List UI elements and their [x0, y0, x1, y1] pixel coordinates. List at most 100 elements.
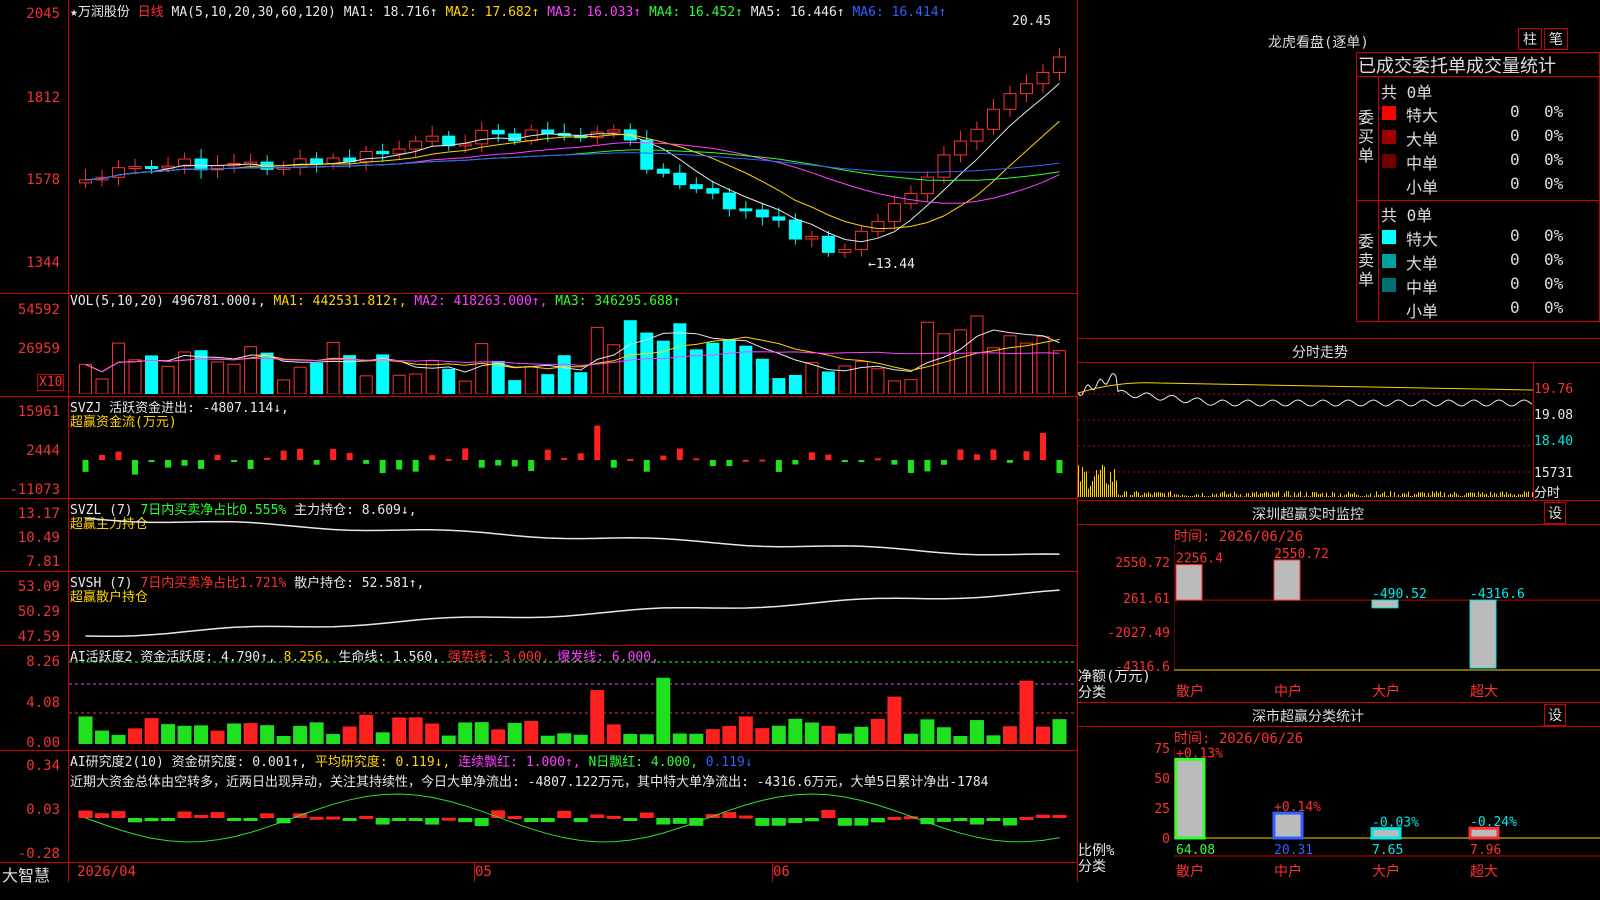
activity-bar: [293, 725, 308, 744]
intraday-volume-bar: [1468, 492, 1469, 497]
period-label[interactable]: 日线: [138, 5, 164, 20]
intraday-panel[interactable]: 分时走势 19.76 19.08 18.40 15731 分时: [1078, 338, 1600, 501]
research-bar: [342, 818, 357, 821]
fund-flow-bar: [132, 460, 139, 475]
fund-flow-bar: [561, 458, 568, 461]
classify-bar: [1272, 811, 1304, 840]
fund-flow-bar: [165, 460, 172, 468]
intraday-volume-bar: [1484, 494, 1485, 497]
intraday-volume-bar: [1524, 491, 1525, 497]
ma-header: ★万润股份 日线 MA(5,10,20,30,60,120) MA1: 18.7…: [70, 1, 946, 20]
intraday-volume-bar: [1340, 493, 1341, 497]
fund-flow-bar: [1039, 433, 1046, 460]
intraday-avg-line: [1078, 382, 1534, 394]
intraday-volume-bar: [1358, 495, 1359, 497]
tick-mode-button[interactable]: 笔: [1544, 28, 1568, 50]
ai-research-chart[interactable]: [69, 790, 1076, 860]
activity-bar: [854, 726, 869, 744]
svzj-chart[interactable]: [69, 400, 1076, 496]
legend-swatch: [1382, 106, 1396, 120]
research-bar: [969, 818, 984, 825]
classify-settings-button[interactable]: 设: [1544, 704, 1566, 726]
vol-unit-button[interactable]: X10: [37, 374, 65, 391]
candle-body: [838, 249, 852, 253]
research-bar: [474, 818, 489, 826]
volume-bar: [739, 345, 753, 394]
volume-bar: [673, 323, 687, 394]
monitor-settings-button[interactable]: 设: [1544, 502, 1566, 524]
intraday-volume-bar: [1240, 494, 1241, 497]
activity-bar: [788, 718, 803, 744]
intraday-volume-bar: [1176, 494, 1177, 497]
legend-swatch: [1382, 130, 1396, 144]
classify-value: 7.65: [1372, 843, 1403, 858]
intraday-volume-bar: [1126, 491, 1127, 497]
ai2-axis-label: -0.28: [17, 846, 60, 862]
intraday-volume-bar: [1286, 491, 1287, 497]
ai2-axis-label: 0.34: [26, 758, 60, 774]
intraday-volume-bar: [1374, 495, 1375, 497]
intraday-volume-bar: [1116, 480, 1117, 497]
intraday-volume-bar: [1162, 492, 1163, 497]
research-bar: [276, 818, 291, 824]
candle-body: [1036, 72, 1050, 85]
intraday-volume-bar: [1108, 484, 1109, 497]
main-chart-area[interactable]: 2045 1812 1578 1344 ★万润股份 日线 MA(5,10,20,…: [0, 0, 1078, 885]
ma1-line: [85, 82, 1060, 243]
fund-flow-bar: [643, 460, 650, 472]
intraday-volume-bar: [1080, 481, 1081, 497]
svsh-chart[interactable]: [69, 574, 1076, 644]
volume-bar: [112, 342, 126, 394]
volume-bar: [293, 366, 307, 394]
intraday-volume-bar: [1104, 466, 1105, 497]
star-icon[interactable]: ★: [70, 5, 78, 20]
intraday-volume-bar: [1114, 469, 1115, 497]
candlestick-chart[interactable]: [69, 20, 1076, 292]
intraday-volume-bar: [1462, 496, 1463, 497]
fund-flow-bar: [825, 454, 832, 460]
monitor-axis-label: 2550.72: [1115, 556, 1170, 571]
fund-flow-bar: [957, 449, 964, 460]
realtime-monitor-panel: 深圳超赢实时监控 设 时间: 2026/06/26 2550.72 261.61…: [1078, 500, 1600, 702]
svzj-axis-label: -11073: [9, 482, 60, 498]
volume-chart[interactable]: [69, 308, 1076, 394]
monitor-chart[interactable]: 2256.4 散户 2550.72 中户 -490.52 大户 -4316.6 超大: [1174, 544, 1600, 702]
intraday-volume-bar: [1348, 491, 1349, 497]
ma6-line: [85, 152, 1060, 181]
volume-bar: [244, 346, 258, 394]
intraday-volume-bar: [1402, 493, 1403, 497]
classify-date: 时间: 2026/06/26: [1174, 731, 1304, 747]
candle-body: [871, 220, 885, 232]
intraday-volume-bar: [1130, 495, 1131, 497]
classify-category: 超大: [1470, 864, 1498, 880]
ma-value: MA6: 16.414↑: [852, 5, 947, 20]
volume-bar: [508, 380, 522, 394]
bar-mode-button[interactable]: 柱: [1518, 28, 1542, 50]
intraday-volume-bar: [1492, 495, 1493, 497]
svzl-chart[interactable]: [69, 500, 1076, 570]
order-count: 0: [1510, 226, 1520, 245]
research-bar: [590, 814, 605, 818]
fund-flow-bar: [693, 458, 700, 461]
svzj-axis-label: 2444: [26, 443, 60, 459]
order-pct: 0%: [1544, 298, 1564, 317]
intraday-volume-bar: [1362, 496, 1363, 497]
research-bar: [837, 818, 852, 826]
candle-body: [392, 148, 406, 155]
intraday-volume-bar: [1428, 492, 1429, 497]
classify-chart[interactable]: +0.13% 64.08 散户 +0.14% 20.31 中户 -0.03% 7.65 大户 -0…: [1174, 746, 1600, 882]
monitor-title: 深圳超赢实时监控: [1252, 507, 1364, 523]
intraday-volume-bar: [1094, 476, 1095, 497]
classify-bar: [1174, 757, 1206, 840]
intraday-volume-bar: [1236, 493, 1237, 497]
intraday-chart[interactable]: [1078, 363, 1534, 499]
fund-flow-bar: [115, 451, 122, 460]
intraday-volume-bar: [1444, 492, 1445, 497]
ai-activity-chart[interactable]: [69, 660, 1076, 748]
intraday-volume-bar: [1364, 495, 1365, 497]
candle-body: [656, 168, 670, 174]
intraday-volume-bar: [1228, 493, 1229, 497]
ma-value: MA4: 16.452↑: [648, 5, 751, 20]
volume-bar: [887, 380, 901, 394]
intraday-volume-bar: [1248, 493, 1249, 497]
